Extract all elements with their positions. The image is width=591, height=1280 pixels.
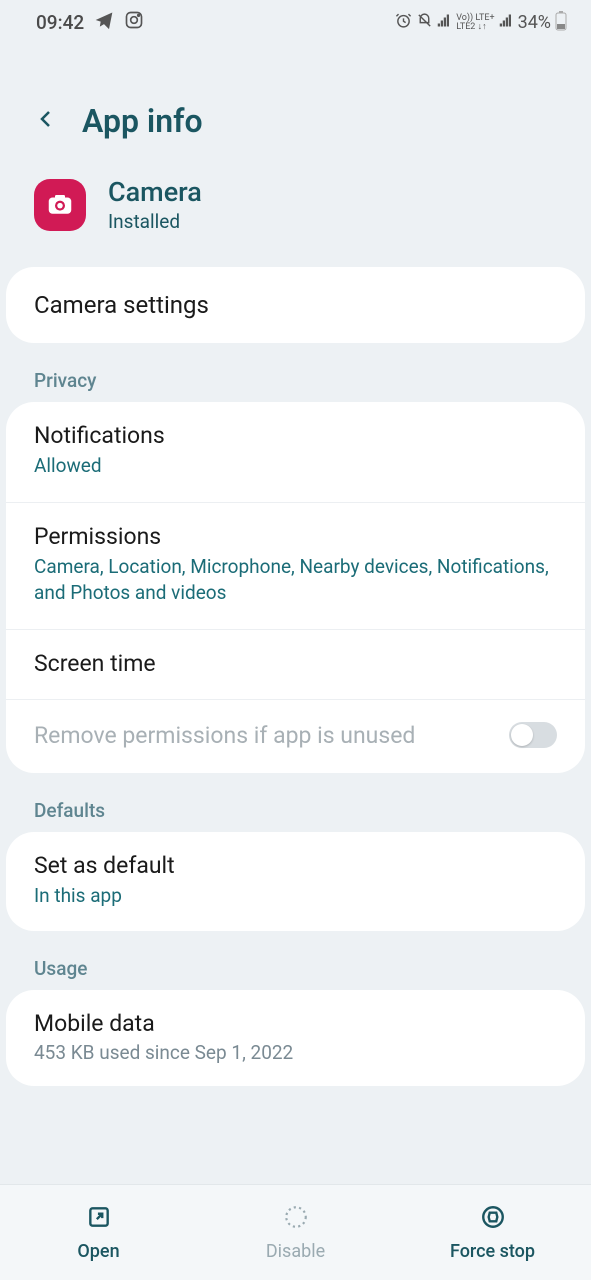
disable-button: Disable [197, 1185, 394, 1280]
mobile-data-title: Mobile data [34, 1010, 557, 1037]
alarm-icon [395, 12, 412, 33]
toggle-knob [511, 724, 533, 746]
remove-permissions-row: Remove permissions if app is unused [6, 700, 585, 773]
force-stop-button[interactable]: Force stop [394, 1185, 591, 1280]
lte-indicator: Vo)) LTE+LTE2 ↓↑ [456, 14, 494, 32]
header: App info [0, 54, 591, 158]
permissions-sub: Camera, Location, Microphone, Nearby dev… [34, 554, 557, 607]
permissions-title: Permissions [34, 523, 557, 550]
app-name: Camera [108, 176, 202, 208]
section-privacy: Privacy [0, 355, 591, 402]
screen-time-button[interactable]: Screen time [6, 630, 585, 700]
disable-label: Disable [266, 1241, 325, 1262]
vibrate-icon [416, 12, 433, 33]
permissions-button[interactable]: Permissions Camera, Location, Microphone… [6, 503, 585, 630]
notifications-sub: Allowed [34, 453, 557, 480]
open-icon [86, 1204, 112, 1235]
disable-icon [283, 1204, 309, 1235]
signal-icon-1 [437, 13, 452, 32]
remove-permissions-title: Remove permissions if app is unused [34, 720, 415, 751]
camera-app-icon [34, 179, 86, 231]
app-header: Camera Installed [0, 158, 591, 261]
mobile-data-button[interactable]: Mobile data 453 KB used since Sep 1, 202… [6, 990, 585, 1086]
notifications-button[interactable]: Notifications Allowed [6, 402, 585, 503]
battery-icon [555, 11, 567, 35]
set-default-title: Set as default [34, 852, 557, 879]
camera-settings-label: Camera settings [34, 291, 557, 319]
force-stop-icon [480, 1204, 506, 1235]
remove-permissions-toggle[interactable] [509, 722, 557, 748]
open-label: Open [77, 1241, 119, 1262]
mobile-data-sub: 453 KB used since Sep 1, 2022 [34, 1041, 557, 1064]
camera-settings-button[interactable]: Camera settings [6, 267, 585, 343]
bottom-action-bar: Open Disable Force stop [0, 1184, 591, 1280]
open-button[interactable]: Open [0, 1185, 197, 1280]
page-title: App info [82, 102, 203, 140]
status-time: 09:42 [36, 11, 84, 34]
signal-icon-2 [499, 13, 514, 32]
force-stop-label: Force stop [450, 1241, 535, 1262]
screen-time-title: Screen time [34, 650, 557, 677]
section-usage: Usage [0, 943, 591, 990]
notifications-title: Notifications [34, 422, 557, 449]
section-defaults: Defaults [0, 785, 591, 832]
set-default-button[interactable]: Set as default In this app [6, 832, 585, 932]
telegram-icon [94, 10, 114, 35]
back-icon[interactable] [34, 107, 58, 135]
set-default-sub: In this app [34, 883, 557, 910]
app-install-status: Installed [108, 210, 202, 233]
instagram-icon [124, 10, 144, 35]
battery-percent: 34% [518, 12, 551, 33]
status-bar: 09:42 Vo)) LTE+LTE2 ↓↑ 34% [0, 0, 591, 41]
